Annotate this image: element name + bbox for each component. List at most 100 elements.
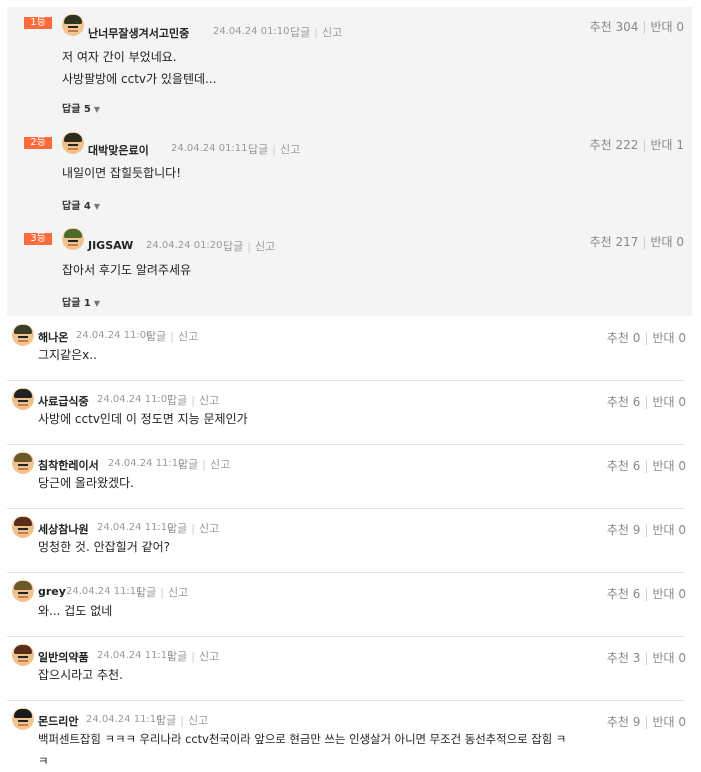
comment-body: 당근에 올라왔겠다. [38,476,134,490]
comment-actions: 답글 | 신고 [136,586,189,599]
comment-author[interactable]: 세상참나원 [38,521,89,537]
caret-down-icon: ▼ [93,299,100,308]
downvote-count: 0 [678,395,686,409]
avatar-icon[interactable] [12,580,34,602]
rank-badge: 2등 [24,137,52,149]
reply-link[interactable]: 답글 [223,240,243,253]
report-link[interactable]: 신고 [199,650,219,663]
avatar-icon[interactable] [12,516,34,538]
avatar-icon[interactable] [12,644,34,666]
downvote-button[interactable]: 반대 1 [650,138,684,152]
avatar-icon[interactable] [12,324,34,346]
reply-link[interactable]: 답글 [248,143,268,156]
report-link[interactable]: 신고 [199,522,219,535]
downvote-count: 0 [676,235,684,249]
avatar-icon[interactable] [62,14,84,36]
comment-author[interactable]: grey [38,585,66,598]
upvote-button[interactable]: 추천 304 [590,20,639,34]
reply-count-toggle[interactable]: 답글 5 ▼ [62,100,100,115]
report-link[interactable]: 신고 [188,714,208,727]
caret-down-icon: ▼ [93,105,100,114]
comment-divider [7,700,685,701]
comment-author[interactable]: 난너무잘생겨서고민중 [88,25,189,41]
comment-divider [7,508,685,509]
upvote-button[interactable]: 추천 9 [607,715,641,729]
comment-author[interactable]: 해나온 [38,329,68,345]
vote-box: 추천 6 | 반대 0 [606,459,686,473]
downvote-button[interactable]: 반대 0 [652,587,686,601]
upvote-count: 304 [615,20,639,34]
comment-author[interactable]: 몬드리안 [38,713,78,729]
reply-link[interactable]: 답글 [156,714,176,727]
avatar-icon[interactable] [12,708,34,730]
upvote-button[interactable]: 추천 6 [607,459,641,473]
vote-box: 추천 0 | 반대 0 [606,331,686,345]
downvote-button[interactable]: 반대 0 [650,20,684,34]
comment-date: 24.04.24 01:20 [146,240,223,251]
comment-date: 24.04.24 11:07 [97,394,174,405]
downvote-button[interactable]: 반대 0 [652,395,686,409]
report-link[interactable]: 신고 [280,143,300,156]
comment-author[interactable]: 대박맞은료이 [88,142,149,158]
reply-count-toggle[interactable]: 답글 4 ▼ [62,197,100,212]
upvote-button[interactable]: 추천 217 [590,235,639,249]
downvote-count: 0 [676,20,684,34]
upvote-button[interactable]: 추천 3 [607,651,641,665]
vote-box: 추천 217 | 반대 0 [589,235,684,249]
downvote-button[interactable]: 반대 0 [652,459,686,473]
vote-box: 추천 6 | 반대 0 [606,587,686,601]
comment-date: 24.04.24 11:11 [66,586,143,597]
reply-link[interactable]: 답글 [136,586,156,599]
reply-link[interactable]: 답글 [167,394,187,407]
upvote-count: 6 [632,395,641,409]
reply-link[interactable]: 답글 [178,458,198,471]
upvote-button[interactable]: 추천 222 [590,138,639,152]
comment-body: 와... 겁도 없네 [38,604,113,618]
reply-link[interactable]: 답글 [167,650,187,663]
report-link[interactable]: 신고 [210,458,230,471]
comment-author[interactable]: 침착한레이서 [38,457,99,473]
comment-divider [7,380,685,381]
reply-count-toggle[interactable]: 답글 1 ▼ [62,294,100,309]
upvote-button[interactable]: 추천 6 [607,395,641,409]
upvote-count: 222 [615,138,639,152]
report-link[interactable]: 신고 [168,586,188,599]
downvote-button[interactable]: 반대 0 [650,235,684,249]
comment-actions: 답글 | 신고 [167,522,220,535]
avatar-icon[interactable] [62,132,84,154]
comment-author[interactable]: 사료급식중 [38,393,89,409]
upvote-button[interactable]: 추천 0 [607,331,641,345]
comment-divider [7,636,685,637]
downvote-button[interactable]: 반대 0 [652,331,686,345]
caret-down-icon: ▼ [93,202,100,211]
reply-link[interactable]: 답글 [290,26,310,39]
report-link[interactable]: 신고 [199,394,219,407]
comment-actions: 답글 | 신고 [290,26,343,39]
reply-link[interactable]: 답글 [167,522,187,535]
downvote-count: 0 [678,587,686,601]
vote-box: 추천 3 | 반대 0 [606,651,686,665]
upvote-count: 6 [632,459,641,473]
comment-author[interactable]: 일반의약품 [38,649,89,665]
avatar-icon[interactable] [62,228,84,250]
downvote-button[interactable]: 반대 0 [652,651,686,665]
upvote-button[interactable]: 추천 9 [607,523,641,537]
reply-link[interactable]: 답글 [146,330,166,343]
comment-body: 백퍼센트잡힘 ㅋㅋㅋ 우리나라 cctv천국이라 앞으로 현금만 쓰는 인생살거… [38,732,567,768]
downvote-count: 0 [678,715,686,729]
report-link[interactable]: 신고 [178,330,198,343]
downvote-button[interactable]: 반대 0 [652,715,686,729]
comment-date: 24.04.24 11:14 [86,714,163,725]
downvote-count: 0 [678,459,686,473]
upvote-count: 217 [615,235,639,249]
avatar-icon[interactable] [12,388,34,410]
report-link[interactable]: 신고 [322,26,342,39]
comment-author[interactable]: JIGSAW [88,239,133,252]
avatar-icon[interactable] [12,452,34,474]
rank-badge: 3등 [24,233,52,245]
comment-actions: 답글 | 신고 [248,143,301,156]
downvote-button[interactable]: 반대 0 [652,523,686,537]
upvote-button[interactable]: 추천 6 [607,587,641,601]
report-link[interactable]: 신고 [255,240,275,253]
comment-date: 24.04.24 11:06 [76,330,153,341]
